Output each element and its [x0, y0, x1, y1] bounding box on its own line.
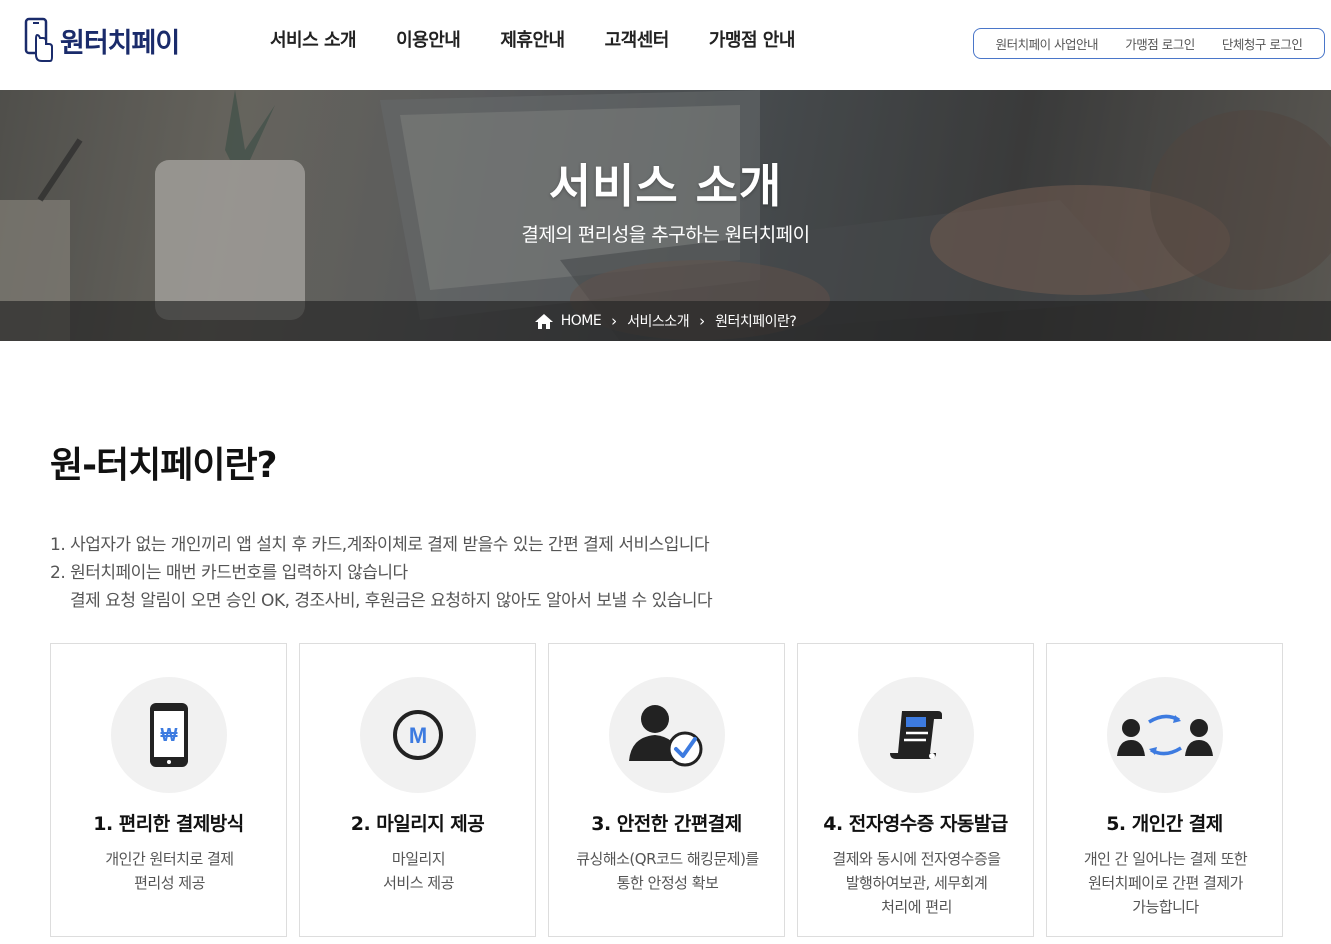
card-title: 3. 안전한 간편결제 — [591, 813, 742, 835]
svg-text:₩: ₩ — [161, 725, 178, 745]
card-text-line: 개인 간 일어나는 결제 또한 — [1083, 850, 1248, 868]
page-title: 원-터치페이란? — [50, 445, 278, 486]
card-text: 큐싱해소(QR코드 해킹문제)를 통한 안정성 확보 — [559, 847, 776, 895]
card-title: 1. 편리한 결제방식 — [93, 813, 244, 835]
hero-title: 서비스 소개 — [548, 159, 783, 213]
phone-won-icon: ₩ — [111, 677, 227, 793]
receipt-scroll-icon — [858, 677, 974, 793]
card-text-line: 결제와 동시에 전자영수증을 — [832, 850, 1001, 868]
chevron-right-icon: › — [699, 312, 706, 330]
nav-partnership[interactable]: 제휴안내 — [500, 26, 565, 52]
card-text: 개인간 원터치로 결제 편리성 제공 — [61, 847, 278, 895]
feature-cards: ₩ 1. 편리한 결제방식 개인간 원터치로 결제 편리성 제공 M 2. 마일… — [50, 643, 1283, 937]
nav-merchant-guide[interactable]: 가맹점 안내 — [709, 26, 796, 52]
mileage-icon: M — [360, 677, 476, 793]
desc-line-2: 2. 원터치페이는 매번 카드번호를 입력하지 않습니다 — [50, 563, 408, 583]
card-text-line: 가능합니다 — [1132, 898, 1199, 916]
card-text-line: 편리성 제공 — [134, 874, 205, 892]
merchant-login-link[interactable]: 가맹점 로그인 — [1125, 34, 1195, 53]
hero-subtitle: 결제의 편리성을 추구하는 원터치페이 — [521, 224, 810, 246]
card-title: 2. 마일리지 제공 — [350, 813, 485, 835]
card-text-line: 서비스 제공 — [383, 874, 454, 892]
person-exchange-icon — [1107, 677, 1223, 793]
logo-text: 원터치페이 — [60, 27, 180, 59]
chevron-right-icon: › — [611, 312, 618, 330]
breadcrumb-home-label: HOME — [560, 313, 602, 329]
nav-service-intro[interactable]: 서비스 소개 — [270, 26, 357, 52]
group-billing-login-link[interactable]: 단체청구 로그인 — [1222, 34, 1303, 53]
card-text-line: 개인간 원터치로 결제 — [105, 850, 234, 868]
top-links-box: 원터치페이 사업안내 가맹점 로그인 단체청구 로그인 — [973, 28, 1325, 59]
breadcrumb-current[interactable]: 원터치페이란? — [715, 311, 797, 331]
main-nav: 서비스 소개 이용안내 제휴안내 고객센터 가맹점 안내 — [250, 26, 815, 52]
card-text-line: 통한 안정성 확보 — [616, 874, 719, 892]
logo-phone-icon — [24, 17, 54, 63]
breadcrumb-home[interactable]: HOME — [534, 313, 602, 329]
card-text-line: 큐싱해소(QR코드 해킹문제)를 — [576, 850, 759, 868]
home-icon — [534, 313, 553, 329]
feature-card: ₩ 1. 편리한 결제방식 개인간 원터치로 결제 편리성 제공 — [50, 643, 287, 937]
desc-line-1: 1. 사업자가 없는 개인끼리 앱 설치 후 카드,계좌이체로 결제 받을수 있… — [50, 535, 710, 555]
user-check-icon — [609, 677, 725, 793]
card-text-line: 처리에 편리 — [881, 898, 952, 916]
card-text-line: 원터치페이로 간편 결제가 — [1088, 874, 1243, 892]
nav-usage-guide[interactable]: 이용안내 — [396, 26, 461, 52]
card-text-line: 마일리지 — [391, 850, 446, 868]
desc-line-3: 결제 요청 알림이 오면 승인 OK, 경조사비, 후원금은 요청하지 않아도 … — [70, 591, 713, 611]
feature-card: 4. 전자영수증 자동발급 결제와 동시에 전자영수증을 발행하여보관, 세무회… — [797, 643, 1034, 937]
breadcrumb: HOME › 서비스소개 › 원터치페이란? — [0, 301, 1331, 341]
breadcrumb-service-intro[interactable]: 서비스소개 — [627, 311, 689, 331]
card-title: 4. 전자영수증 자동발급 — [823, 813, 1008, 835]
feature-card: 5. 개인간 결제 개인 간 일어나는 결제 또한 원터치페이로 간편 결제가 … — [1046, 643, 1283, 937]
hero-banner: 서비스 소개 결제의 편리성을 추구하는 원터치페이 HOME › 서비스소개 … — [0, 90, 1331, 341]
svg-text:M: M — [409, 723, 427, 748]
card-text: 결제와 동시에 전자영수증을 발행하여보관, 세무회계 처리에 편리 — [808, 847, 1025, 919]
business-guide-link[interactable]: 원터치페이 사업안내 — [996, 34, 1099, 53]
nav-customer-center[interactable]: 고객센터 — [605, 26, 670, 52]
logo[interactable]: 원터치페이 — [24, 16, 180, 64]
feature-card: M 2. 마일리지 제공 마일리지 서비스 제공 — [299, 643, 536, 937]
card-text: 마일리지 서비스 제공 — [310, 847, 527, 895]
description: 1. 사업자가 없는 개인끼리 앱 설치 후 카드,계좌이체로 결제 받을수 있… — [50, 531, 713, 615]
feature-card: 3. 안전한 간편결제 큐싱해소(QR코드 해킹문제)를 통한 안정성 확보 — [548, 643, 785, 937]
site-header: 원터치페이 서비스 소개 이용안내 제휴안내 고객센터 가맹점 안내 원터치페이… — [0, 0, 1331, 90]
card-title: 5. 개인간 결제 — [1106, 813, 1223, 835]
card-text: 개인 간 일어나는 결제 또한 원터치페이로 간편 결제가 가능합니다 — [1057, 847, 1274, 919]
card-text-line: 발행하여보관, 세무회계 — [845, 874, 988, 892]
